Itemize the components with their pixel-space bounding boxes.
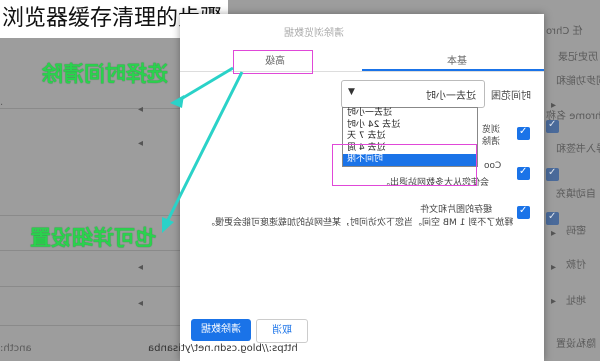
option-desc: 清除: [482, 137, 501, 147]
highlight-all-time-option: [332, 144, 477, 186]
bg-text: 隐私设置: [556, 339, 596, 350]
url-watermark: https://blog.csdn.net/ytisanba: [148, 343, 298, 354]
time-range-label: 时间范围: [491, 91, 531, 102]
bg-checkbox-icon: [546, 167, 559, 181]
bg-text: 历史记录: [558, 52, 598, 63]
bg-checkbox-icon: [546, 119, 559, 133]
bg-row-arrow-icon: ◂: [138, 298, 144, 309]
dialog-title: 清除浏览数据: [284, 28, 344, 39]
bg-text: 付款: [566, 260, 586, 271]
cancel-button[interactable]: 取消: [256, 319, 308, 343]
highlight-advanced-tab: [233, 50, 313, 74]
bg-checkbox-icon: [546, 211, 559, 225]
annotation-choose-time: 选择时间清除: [42, 62, 168, 86]
bg-row-arrow-icon: ◂: [138, 104, 144, 115]
bg-text: 导入书签和: [556, 144, 600, 155]
bg-row-arrow-icon: ▸: [551, 228, 557, 239]
caret-down-icon: ▼: [348, 87, 355, 97]
bg-divider: [0, 286, 180, 287]
bg-row-arrow-icon: ▸: [551, 296, 557, 307]
bg-text: 密码: [566, 226, 586, 237]
dropdown-option[interactable]: 过去 24 小时: [343, 120, 477, 132]
bg-row-arrow-icon: ▸: [551, 262, 557, 273]
bg-divider: [0, 215, 180, 216]
dropdown-option[interactable]: 过去 7 天: [343, 131, 477, 143]
option-desc: 释放了不到 1 MB 空间。当您下次访问时，某些网站的加载速度可能会更慢。: [206, 218, 514, 228]
clear-data-button[interactable]: 清除数据: [191, 319, 251, 341]
bg-text: ancth:: [0, 343, 32, 354]
time-range-value: 过去一小时: [426, 91, 476, 102]
option-title: Coo: [484, 161, 502, 171]
dropdown-option[interactable]: 过去一小时: [343, 108, 477, 120]
clear-browsing-data-dialog: 清除浏览数据 高级 基本 时间范围 ▼ 过去一小时 过去一小时 过去 24 小时…: [180, 14, 544, 361]
time-range-select[interactable]: ▼ 过去一小时: [341, 80, 485, 108]
bg-text: ·: [0, 100, 4, 111]
bg-row-arrow-icon: ◂: [138, 262, 144, 273]
cache-checkbox[interactable]: [517, 205, 530, 219]
annotation-detailed-settings: 也可详细设置: [30, 226, 156, 250]
cookies-checkbox[interactable]: [517, 166, 530, 180]
bg-row-arrow-icon: ◂: [138, 138, 144, 149]
bg-divider: [0, 108, 180, 109]
bg-text: 任 Chro: [546, 26, 583, 37]
tab-basic[interactable]: 基本: [412, 52, 502, 67]
browsing-history-checkbox[interactable]: [517, 126, 530, 140]
bg-text: 同步功能和: [556, 76, 600, 87]
bg-divider: [0, 325, 180, 326]
bg-text: 地址: [566, 296, 586, 307]
bg-text: 自动填充: [556, 189, 596, 200]
option-title: 缓存的图片和文件: [420, 205, 493, 215]
